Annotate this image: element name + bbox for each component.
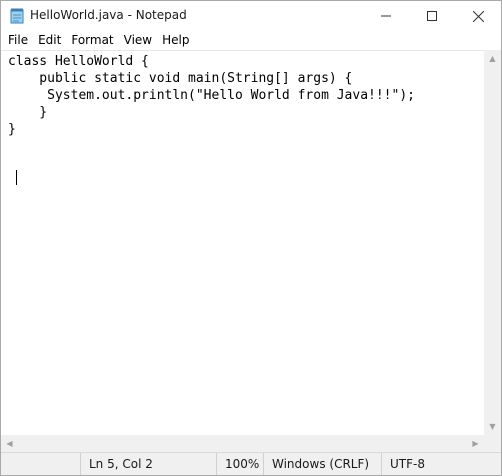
status-bar: Ln 5, Col 2 100% Windows (CRLF) UTF-8 — [1, 452, 501, 475]
chevron-left-icon: ◀ — [6, 439, 13, 448]
encoding: UTF-8 — [381, 453, 500, 475]
menu-view[interactable]: View — [119, 31, 157, 50]
maximize-button[interactable] — [409, 1, 455, 31]
code-line: System.out.println("Hello World from Jav… — [8, 88, 415, 103]
cursor-position: Ln 5, Col 2 — [80, 453, 217, 475]
scrollbar-corner — [484, 435, 501, 452]
editor-content[interactable]: class HelloWorld { public static void ma… — [8, 53, 415, 138]
text-editor[interactable]: class HelloWorld { public static void ma… — [1, 50, 484, 436]
scroll-right-button[interactable]: ▶ — [467, 435, 484, 452]
chevron-down-icon: ▼ — [489, 422, 496, 431]
notepad-icon — [10, 8, 24, 24]
menu-edit[interactable]: Edit — [33, 31, 66, 50]
close-button[interactable] — [455, 1, 501, 31]
text-caret — [16, 170, 17, 185]
code-line: public static void main(String[] args) { — [8, 71, 353, 86]
scroll-down-button[interactable]: ▼ — [484, 418, 501, 435]
code-line: class HelloWorld { — [8, 54, 149, 69]
menu-format[interactable]: Format — [66, 31, 118, 50]
menu-bar: File Edit Format View Help — [1, 31, 501, 50]
minimize-icon — [381, 15, 391, 17]
minimize-button[interactable] — [363, 1, 409, 31]
window-title: HelloWorld.java - Notepad — [30, 8, 187, 22]
zoom-level: 100% — [216, 453, 265, 475]
notepad-window: HelloWorld.java - Notepad File Edit Form… — [0, 0, 502, 476]
chevron-right-icon: ▶ — [472, 439, 479, 448]
scroll-left-button[interactable]: ◀ — [1, 435, 18, 452]
title-bar[interactable]: HelloWorld.java - Notepad — [1, 1, 501, 31]
scroll-up-button[interactable]: ▲ — [484, 50, 501, 67]
horizontal-scrollbar[interactable]: ◀ ▶ — [1, 435, 484, 452]
chevron-up-icon: ▲ — [489, 54, 496, 63]
vertical-scrollbar[interactable]: ▲ ▼ — [484, 50, 501, 435]
menu-file[interactable]: File — [3, 31, 33, 50]
line-ending: Windows (CRLF) — [263, 453, 380, 475]
menu-help[interactable]: Help — [157, 31, 194, 50]
code-line: } — [8, 105, 48, 120]
code-line: } — [8, 122, 16, 137]
close-icon — [472, 10, 484, 22]
maximize-icon — [427, 11, 437, 21]
